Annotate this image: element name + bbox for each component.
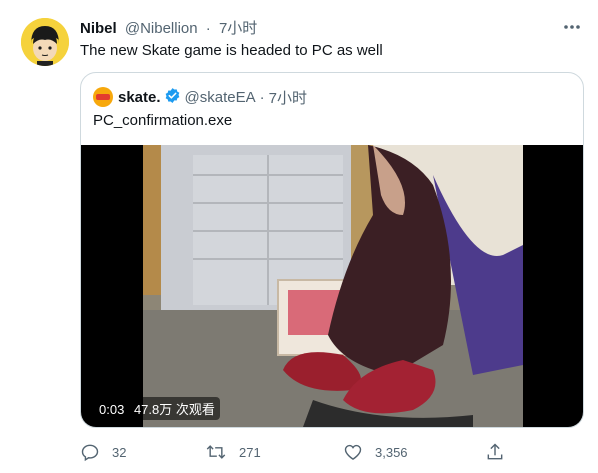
quoted-tweet[interactable]: skate. @skateEA · 7小时 PC_confirmation.ex…: [80, 72, 584, 428]
video-view-count: 47.8万 次观看: [133, 402, 215, 417]
reply-count: 32: [112, 444, 127, 460]
quote-author-handle[interactable]: @skateEA: [185, 89, 256, 106]
quote-avatar[interactable]: [93, 87, 113, 107]
author-handle[interactable]: @Nibellion: [125, 20, 198, 37]
video-timestamp: 0:03: [99, 402, 125, 417]
like-button[interactable]: 3,356: [343, 440, 408, 464]
more-horizontal-icon: [564, 25, 580, 29]
share-icon: [487, 443, 503, 460]
quote-separator: ·: [259, 88, 265, 106]
tweet-actions: 32 271 3,356: [80, 440, 560, 464]
more-options-button[interactable]: [560, 17, 584, 37]
tweet-text: The new Skate game is headed to PC as we…: [80, 42, 383, 59]
retweet-button[interactable]: 271: [205, 440, 261, 464]
video-thumbnail: [143, 145, 523, 427]
retweet-count: 271: [239, 444, 261, 460]
quote-author-name[interactable]: skate.: [118, 89, 161, 106]
author-avatar[interactable]: [21, 18, 69, 66]
quote-header: skate. @skateEA · 7小时: [93, 87, 307, 107]
share-button[interactable]: [485, 440, 505, 464]
author-name[interactable]: Nibel: [80, 20, 117, 37]
video-info: 0:03 47.8万 次观看: [94, 397, 220, 420]
tweet[interactable]: Nibel @Nibellion · 7小时 The new Skate gam…: [0, 0, 598, 473]
skate-logo-icon: [96, 94, 110, 100]
verified-badge-icon: [164, 87, 181, 108]
reply-icon: [81, 444, 99, 462]
video-player[interactable]: 0:03 47.8万 次观看: [81, 145, 583, 427]
header-separator: ·: [205, 20, 211, 37]
retweet-icon: [206, 445, 226, 459]
cartoon-avatar-icon: [21, 18, 69, 66]
quote-timestamp[interactable]: 7小时: [269, 87, 307, 108]
quote-text: PC_confirmation.exe: [93, 112, 233, 129]
like-count: 3,356: [375, 444, 408, 460]
tweet-header: Nibel @Nibellion · 7小时: [80, 19, 257, 39]
heart-icon: [344, 444, 362, 460]
tweet-timestamp[interactable]: 7小时: [219, 20, 257, 37]
reply-button[interactable]: 32: [80, 440, 126, 464]
